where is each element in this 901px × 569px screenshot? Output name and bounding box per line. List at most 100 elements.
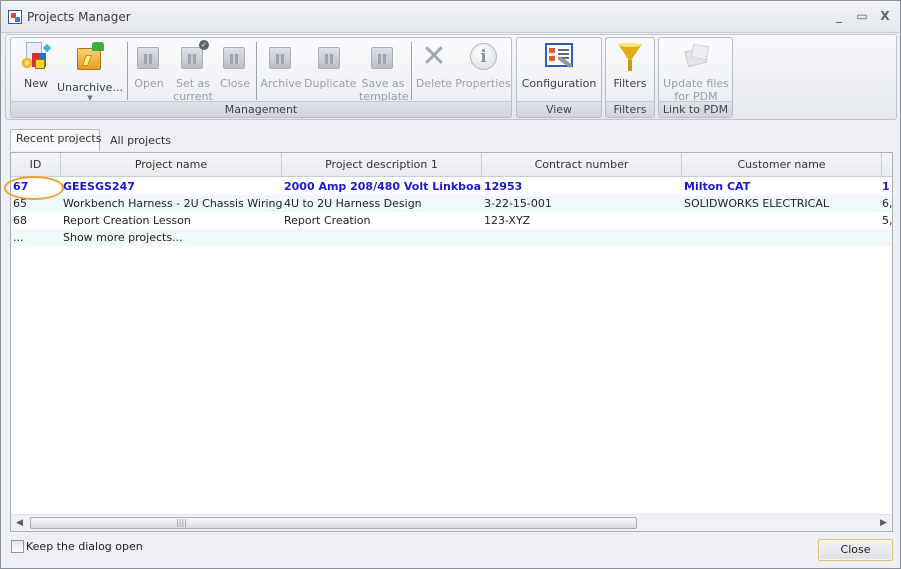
delete-x-icon: ✕ — [421, 39, 447, 74]
cell-more: 5, — [882, 214, 892, 227]
cell-project-description: Report Creation — [284, 214, 371, 227]
ribbon-group-filters: Filters Filters — [605, 37, 655, 118]
open-button[interactable]: Open — [132, 41, 166, 102]
projects-manager-window: Projects Manager _ ▭ X New Unarchive... … — [0, 0, 901, 569]
cell-contract-number: 3-22-15-001 — [484, 197, 552, 210]
scrollbar-thumb[interactable]: |||| — [30, 517, 637, 529]
horizontal-scrollbar[interactable]: ◀ |||| ▶ — [11, 514, 892, 531]
set-as-current-label-line1: Set as — [175, 77, 211, 90]
cell-id: 65 — [13, 197, 27, 210]
tab-recent-projects[interactable]: Recent projects — [10, 129, 101, 151]
pdm-update-icon — [680, 41, 712, 73]
ribbon-group-management: New Unarchive... ▼ Open ✓ Set as current… — [10, 37, 512, 118]
title-bar: Projects Manager _ ▭ X — [1, 1, 900, 33]
set-as-current-button[interactable]: ✓ Set as current — [171, 40, 215, 103]
scroll-left-arrow-icon[interactable]: ◀ — [11, 515, 28, 531]
configuration-label: Configuration — [521, 77, 597, 90]
column-header-customer-name[interactable]: Customer name — [682, 153, 882, 176]
duplicate-label: Duplicate — [304, 77, 357, 90]
grid-header: ID Project name Project description 1 Co… — [11, 153, 892, 177]
delete-button[interactable]: ✕ Delete — [415, 41, 453, 102]
app-icon — [8, 10, 22, 24]
column-header-contract-number[interactable]: Contract number — [482, 153, 682, 176]
unarchive-label: Unarchive... — [57, 81, 123, 94]
projects-grid: ID Project name Project description 1 Co… — [4, 152, 893, 532]
configuration-icon — [543, 41, 575, 73]
column-header-project-name[interactable]: Project name — [61, 153, 282, 176]
ribbon: New Unarchive... ▼ Open ✓ Set as current… — [5, 34, 897, 120]
new-project-icon — [20, 41, 52, 73]
open-folder-icon — [133, 41, 165, 73]
cell-more: 1 — [882, 180, 890, 193]
cell-customer-name: Milton CAT — [684, 180, 751, 193]
cell-customer-name — [682, 212, 882, 229]
cell-project-name: Report Creation Lesson — [63, 214, 191, 227]
info-icon: i — [467, 41, 499, 73]
archive-label: Archive — [260, 77, 302, 90]
new-button[interactable]: New — [17, 41, 55, 102]
configuration-button[interactable]: Configuration — [519, 41, 599, 102]
cell-id: 67 — [13, 180, 29, 193]
group-label-management: Management — [11, 101, 511, 117]
keep-dialog-open-label: Keep the dialog open — [26, 540, 143, 553]
open-label: Open — [134, 77, 164, 90]
ribbon-group-view: Configuration View — [516, 37, 602, 118]
unarchive-box-icon — [74, 41, 106, 73]
table-row[interactable]: 65 Workbench Harness - 2U Chassis Wiring… — [11, 195, 892, 212]
ribbon-group-link-to-pdm: Update files for PDM Link to PDM — [658, 37, 733, 118]
table-row[interactable]: 68 Report Creation Lesson Report Creatio… — [11, 212, 892, 229]
separator — [411, 42, 412, 100]
properties-button[interactable]: i Properties — [455, 41, 511, 102]
scrollbar-grip-icon: |||| — [176, 518, 187, 527]
properties-label: Properties — [455, 77, 511, 90]
window-title: Projects Manager — [27, 10, 131, 24]
show-more-projects-row[interactable]: ... Show more projects... — [11, 229, 892, 246]
archive-button[interactable]: Archive — [260, 41, 302, 102]
update-files-label-line1: Update files — [663, 77, 729, 90]
separator — [127, 42, 128, 100]
cell-project-name: Workbench Harness - 2U Chassis Wiring_65 — [63, 197, 282, 210]
group-label-filters: Filters — [606, 101, 654, 117]
minimize-button[interactable]: _ — [829, 7, 849, 25]
column-header-id[interactable]: ID — [11, 153, 61, 176]
show-more-projects-link[interactable]: Show more projects... — [61, 229, 282, 246]
cell-id: 68 — [13, 214, 27, 227]
save-as-template-button[interactable]: Save as template — [359, 41, 409, 103]
close-dialog-button[interactable]: Close — [818, 539, 893, 561]
window-close-button[interactable]: X — [875, 7, 895, 25]
close-project-label: Close — [220, 77, 250, 90]
new-label: New — [24, 77, 48, 90]
cell-more: 6, — [882, 197, 892, 210]
duplicate-icon — [314, 41, 346, 73]
cell-project-name: GEESGS247 — [63, 180, 135, 193]
filters-button[interactable]: Filters — [608, 41, 652, 102]
archive-icon — [265, 41, 297, 73]
cell-customer-name: SOLIDWORKS ELECTRICAL — [684, 197, 830, 210]
duplicate-button[interactable]: Duplicate — [304, 41, 356, 102]
set-current-icon: ✓ — [177, 40, 209, 73]
delete-label: Delete — [415, 77, 453, 90]
scroll-right-arrow-icon[interactable]: ▶ — [875, 515, 892, 531]
filters-label: Filters — [613, 77, 647, 90]
group-label-view: View — [517, 101, 601, 117]
cell-project-description: 4U to 2U Harness Design — [284, 197, 422, 210]
table-row[interactable]: 67 GEESGS247 2000 Amp 208/480 Volt Linkb… — [11, 178, 892, 195]
group-label-link-to-pdm: Link to PDM — [659, 101, 732, 117]
keep-dialog-open-checkbox[interactable] — [11, 540, 24, 553]
close-project-button[interactable]: Close — [217, 41, 253, 102]
maximize-button[interactable]: ▭ — [852, 7, 872, 25]
update-files-for-pdm-button[interactable]: Update files for PDM — [661, 41, 731, 103]
cell-id: ... — [13, 231, 24, 244]
column-header-project-description[interactable]: Project description 1 — [282, 153, 482, 176]
tab-all-projects[interactable]: All projects — [105, 132, 176, 154]
close-project-icon — [219, 41, 251, 73]
save-as-template-label-line1: Save as — [361, 77, 405, 90]
save-template-icon — [367, 41, 399, 73]
funnel-icon — [614, 41, 646, 73]
cell-contract-number: 123-XYZ — [484, 214, 531, 227]
unarchive-button[interactable]: Unarchive... ▼ — [57, 41, 123, 102]
cell-project-description: 2000 Amp 208/480 Volt Linkboar... — [284, 180, 482, 193]
column-header-more[interactable] — [882, 153, 892, 176]
cell-contract-number: 12953 — [484, 180, 523, 193]
separator — [256, 42, 257, 100]
